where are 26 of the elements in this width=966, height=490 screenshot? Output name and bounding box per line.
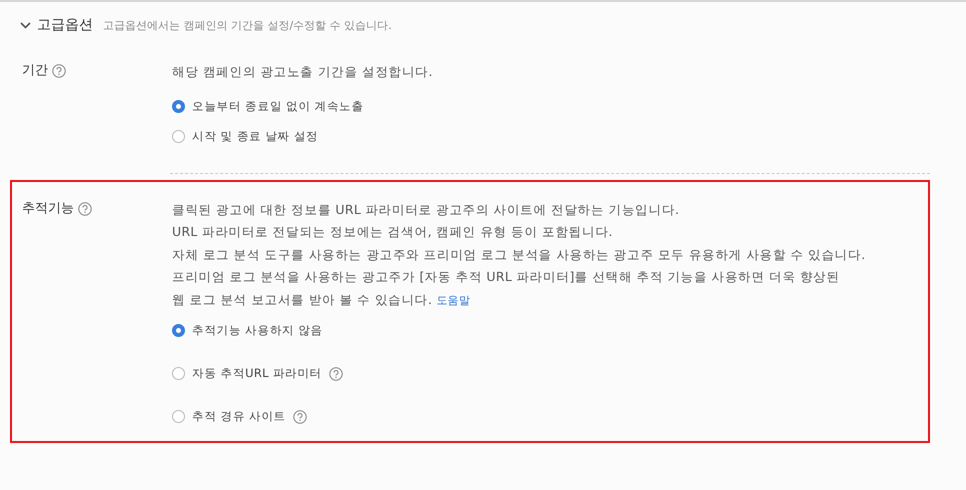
help-link[interactable]: 도움말	[436, 294, 470, 307]
option-label[interactable]: 추적 경유 사이트	[192, 409, 286, 424]
help-icon[interactable]	[78, 202, 92, 216]
radio-button[interactable]	[172, 410, 185, 424]
option-label[interactable]: 오늘부터 종료일 없이 계속노출	[192, 99, 364, 114]
description-line: 웹 로그 분석 보고서를 받아 볼 수 있습니다.	[172, 292, 432, 307]
help-icon[interactable]	[293, 410, 308, 424]
radio-button[interactable]	[172, 130, 185, 144]
option-label[interactable]: 시작 및 종료 날짜 설정	[192, 129, 319, 144]
description-line: 프리미엄 로그 분석을 사용하는 광고주가 [자동 추적 URL 파라미터]를 선택해 추적 기능을 사용하면 더욱 향상된	[172, 269, 840, 284]
description-line: 해당 캠페인의 광고노출 기간을 설정합니다.	[172, 64, 433, 79]
chevron-down-icon[interactable]	[20, 22, 31, 28]
section-title[interactable]: 고급옵션	[37, 16, 93, 34]
description-line: 클릭된 광고에 대한 정보를 URL 파라미터로 광고주의 사이트에 전달하는 기능입니다.	[172, 202, 680, 217]
field-label: 추적기능	[22, 200, 74, 218]
description-line: 자체 로그 분석 도구를 사용하는 광고주와 프리미엄 로그 분석을 사용하는 광고주 모두 유용하게 사용할 수 있습니다.	[172, 246, 866, 262]
radio-button[interactable]	[172, 324, 185, 338]
help-icon[interactable]	[329, 366, 344, 381]
description-line: URL 파라미터로 전달되는 정보에는 검색어, 캠페인 유형 등이 포함됩니다.	[172, 224, 613, 240]
radio-button[interactable]	[172, 367, 185, 380]
help-icon[interactable]	[52, 64, 66, 78]
option-label[interactable]: 추적기능 사용하지 않음	[192, 323, 323, 338]
radio-button[interactable]	[172, 100, 185, 114]
section-description: 고급옵션에서는 캠페인의 기간을 설정/수정할 수 있습니다.	[103, 18, 392, 32]
option-label[interactable]: 자동 추적URL 파라미터	[192, 366, 322, 382]
field-label: 기간	[22, 62, 48, 80]
